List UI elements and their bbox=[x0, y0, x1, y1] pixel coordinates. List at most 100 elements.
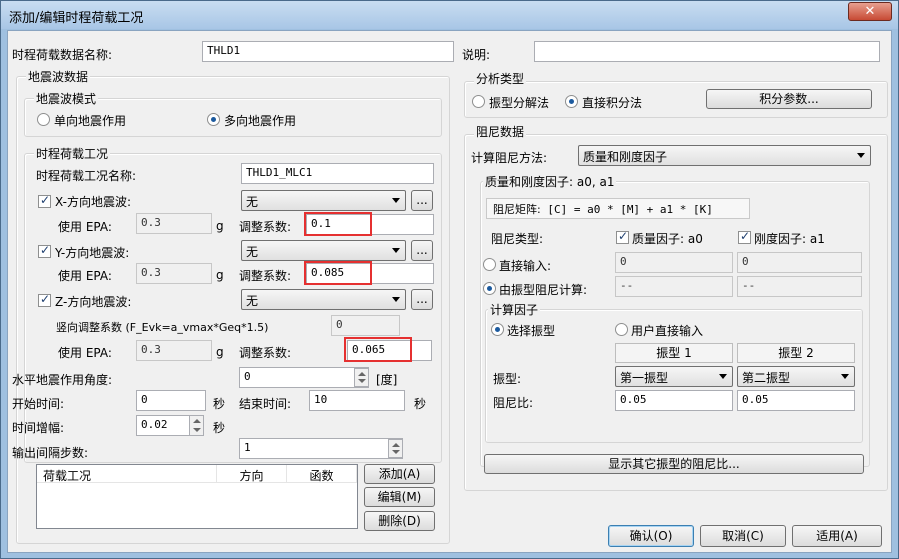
z-wave-browse-button[interactable]: ... bbox=[411, 289, 433, 310]
x-epa-label: 使用 EPA: bbox=[58, 220, 112, 234]
damping-method-select[interactable]: 质量和刚度因子 bbox=[578, 145, 871, 166]
x-wave-select[interactable]: 无 bbox=[241, 190, 406, 211]
z-factor-label: 调整系数: bbox=[239, 346, 292, 360]
modal-damping-radio[interactable] bbox=[483, 282, 496, 295]
x-wave-value: 无 bbox=[246, 195, 259, 209]
user-input-radio[interactable] bbox=[615, 323, 628, 336]
damping-type-label: 阻尼类型: bbox=[491, 232, 544, 246]
multi-direction-radio[interactable] bbox=[207, 113, 220, 126]
end-time-unit: 秒 bbox=[414, 397, 427, 411]
damping-matrix-formula: [C] = a0 * [M] + a1 * [K] bbox=[547, 203, 713, 216]
angle-label: 水平地震作用角度: bbox=[12, 373, 113, 387]
mass-stiffness-title: 质量和刚度因子: a0, a1 bbox=[483, 173, 617, 190]
z-factor-highlight bbox=[344, 337, 412, 362]
select-mode-radio[interactable] bbox=[491, 323, 504, 336]
mode1-ratio-input[interactable]: 0.05 bbox=[615, 390, 733, 411]
description-input[interactable] bbox=[534, 41, 880, 62]
start-time-input[interactable]: 0 bbox=[136, 390, 206, 411]
dialog-body: 时程荷载数据名称: THLD1 说明: 地震波数据 地震波模式 单向地震作用 多… bbox=[7, 30, 892, 553]
output-step-spinner[interactable] bbox=[388, 439, 403, 458]
angle-spinner[interactable] bbox=[354, 368, 369, 387]
mode2-ratio-input[interactable]: 0.05 bbox=[737, 390, 855, 411]
mode1-select[interactable]: 第一振型 bbox=[615, 366, 733, 387]
y-wave-select[interactable]: 无 bbox=[241, 240, 406, 261]
name-input[interactable]: THLD1 bbox=[202, 41, 454, 62]
x-epa-input[interactable]: 0.3 bbox=[136, 213, 212, 234]
calc-factor-title: 计算因子 bbox=[488, 301, 541, 318]
table-header-function[interactable]: 函数 bbox=[287, 465, 357, 483]
mode2-value: 第二振型 bbox=[742, 371, 791, 385]
y-wave-checkbox[interactable] bbox=[38, 243, 51, 258]
z-wave-label: Z-方向地震波: bbox=[55, 295, 132, 309]
angle-input[interactable]: 0 bbox=[239, 367, 369, 388]
chevron-down-icon bbox=[719, 374, 727, 379]
vertical-factor-input[interactable]: 0 bbox=[331, 315, 400, 336]
mass-factor-checkbox[interactable] bbox=[616, 229, 629, 244]
chevron-down-icon bbox=[392, 297, 400, 302]
modal-analysis-radio[interactable] bbox=[472, 95, 485, 108]
add-button[interactable]: 添加(A) bbox=[364, 464, 435, 484]
spin-down-icon bbox=[358, 379, 366, 383]
x-factor-label: 调整系数: bbox=[239, 220, 292, 234]
z-wave-checkbox[interactable] bbox=[38, 292, 51, 307]
integration-params-button[interactable]: 积分参数... bbox=[706, 89, 872, 109]
case-name-input[interactable]: THLD1_MLC1 bbox=[241, 163, 434, 184]
direct-integration-radio[interactable] bbox=[565, 95, 578, 108]
x-wave-browse-button[interactable]: ... bbox=[411, 190, 433, 211]
output-step-input[interactable]: 1 bbox=[239, 438, 403, 459]
user-input-label: 用户直接输入 bbox=[631, 324, 704, 338]
single-direction-label: 单向地震作用 bbox=[54, 114, 127, 128]
spin-up-icon bbox=[358, 372, 366, 376]
direct-input-radio[interactable] bbox=[483, 258, 496, 271]
edit-button[interactable]: 编辑(M) bbox=[364, 487, 435, 507]
direct-a0-input[interactable]: 0 bbox=[615, 252, 733, 273]
y-epa-input[interactable]: 0.3 bbox=[136, 263, 212, 284]
window-title: 添加/编辑时程荷载工况 bbox=[9, 11, 144, 26]
chevron-down-icon bbox=[857, 153, 865, 158]
chevron-down-icon bbox=[841, 374, 849, 379]
dialog-window: 添加/编辑时程荷载工况 ✕ 时程荷载数据名称: THLD1 说明: 地震波数据 … bbox=[0, 0, 899, 559]
time-step-unit: 秒 bbox=[213, 421, 226, 435]
z-epa-input[interactable]: 0.3 bbox=[136, 340, 212, 361]
mode2-header: 振型 2 bbox=[737, 343, 855, 363]
damping-method-label: 计算阻尼方法: bbox=[471, 151, 548, 165]
end-time-input[interactable]: 10 bbox=[309, 390, 405, 411]
single-direction-radio[interactable] bbox=[37, 113, 50, 126]
spin-down-icon bbox=[193, 428, 201, 432]
time-step-spinner[interactable] bbox=[189, 415, 204, 436]
modal-a1-value: -- bbox=[737, 276, 862, 297]
direct-a1-input[interactable]: 0 bbox=[737, 252, 862, 273]
load-case-table[interactable]: 荷载工况 方向 函数 bbox=[36, 464, 358, 529]
z-wave-value: 无 bbox=[246, 294, 259, 308]
table-header-case[interactable]: 荷载工况 bbox=[37, 465, 217, 483]
vertical-factor-label: 竖向调整系数 (F_Evk=a_vmax*Geq*1.5) bbox=[56, 321, 269, 334]
description-label: 说明: bbox=[462, 48, 491, 62]
mode2-select[interactable]: 第二振型 bbox=[737, 366, 855, 387]
angle-unit: [度] bbox=[376, 373, 398, 387]
close-button[interactable]: ✕ bbox=[848, 2, 892, 21]
x-wave-checkbox[interactable] bbox=[38, 193, 51, 208]
y-epa-unit: g bbox=[216, 268, 224, 282]
ok-button[interactable]: 确认(O) bbox=[608, 525, 694, 547]
table-header-direction[interactable]: 方向 bbox=[217, 465, 287, 483]
multi-direction-label: 多向地震作用 bbox=[224, 114, 297, 128]
y-wave-browse-button[interactable]: ... bbox=[411, 240, 433, 261]
chevron-down-icon bbox=[392, 198, 400, 203]
stiffness-factor-checkbox[interactable] bbox=[738, 229, 751, 244]
y-wave-value: 无 bbox=[246, 245, 259, 259]
time-step-input[interactable]: 0.02 bbox=[136, 415, 190, 436]
apply-button[interactable]: 适用(A) bbox=[792, 525, 882, 547]
direct-integration-label: 直接积分法 bbox=[582, 96, 643, 110]
output-step-label: 输出间隔步数: bbox=[12, 446, 89, 460]
delete-button[interactable]: 删除(D) bbox=[364, 511, 435, 531]
cancel-button[interactable]: 取消(C) bbox=[700, 525, 786, 547]
name-label: 时程荷载数据名称: bbox=[12, 48, 113, 62]
damping-ratio-label: 阻尼比: bbox=[493, 396, 534, 410]
mode1-value: 第一振型 bbox=[620, 371, 669, 385]
x-epa-unit: g bbox=[216, 219, 224, 233]
damping-method-value: 质量和刚度因子 bbox=[583, 150, 668, 164]
z-epa-unit: g bbox=[216, 345, 224, 359]
z-wave-select[interactable]: 无 bbox=[241, 289, 406, 310]
title-bar: 添加/编辑时程荷载工况 ✕ bbox=[1, 1, 898, 29]
show-other-damping-button[interactable]: 显示其它振型的阻尼比... bbox=[484, 454, 864, 474]
